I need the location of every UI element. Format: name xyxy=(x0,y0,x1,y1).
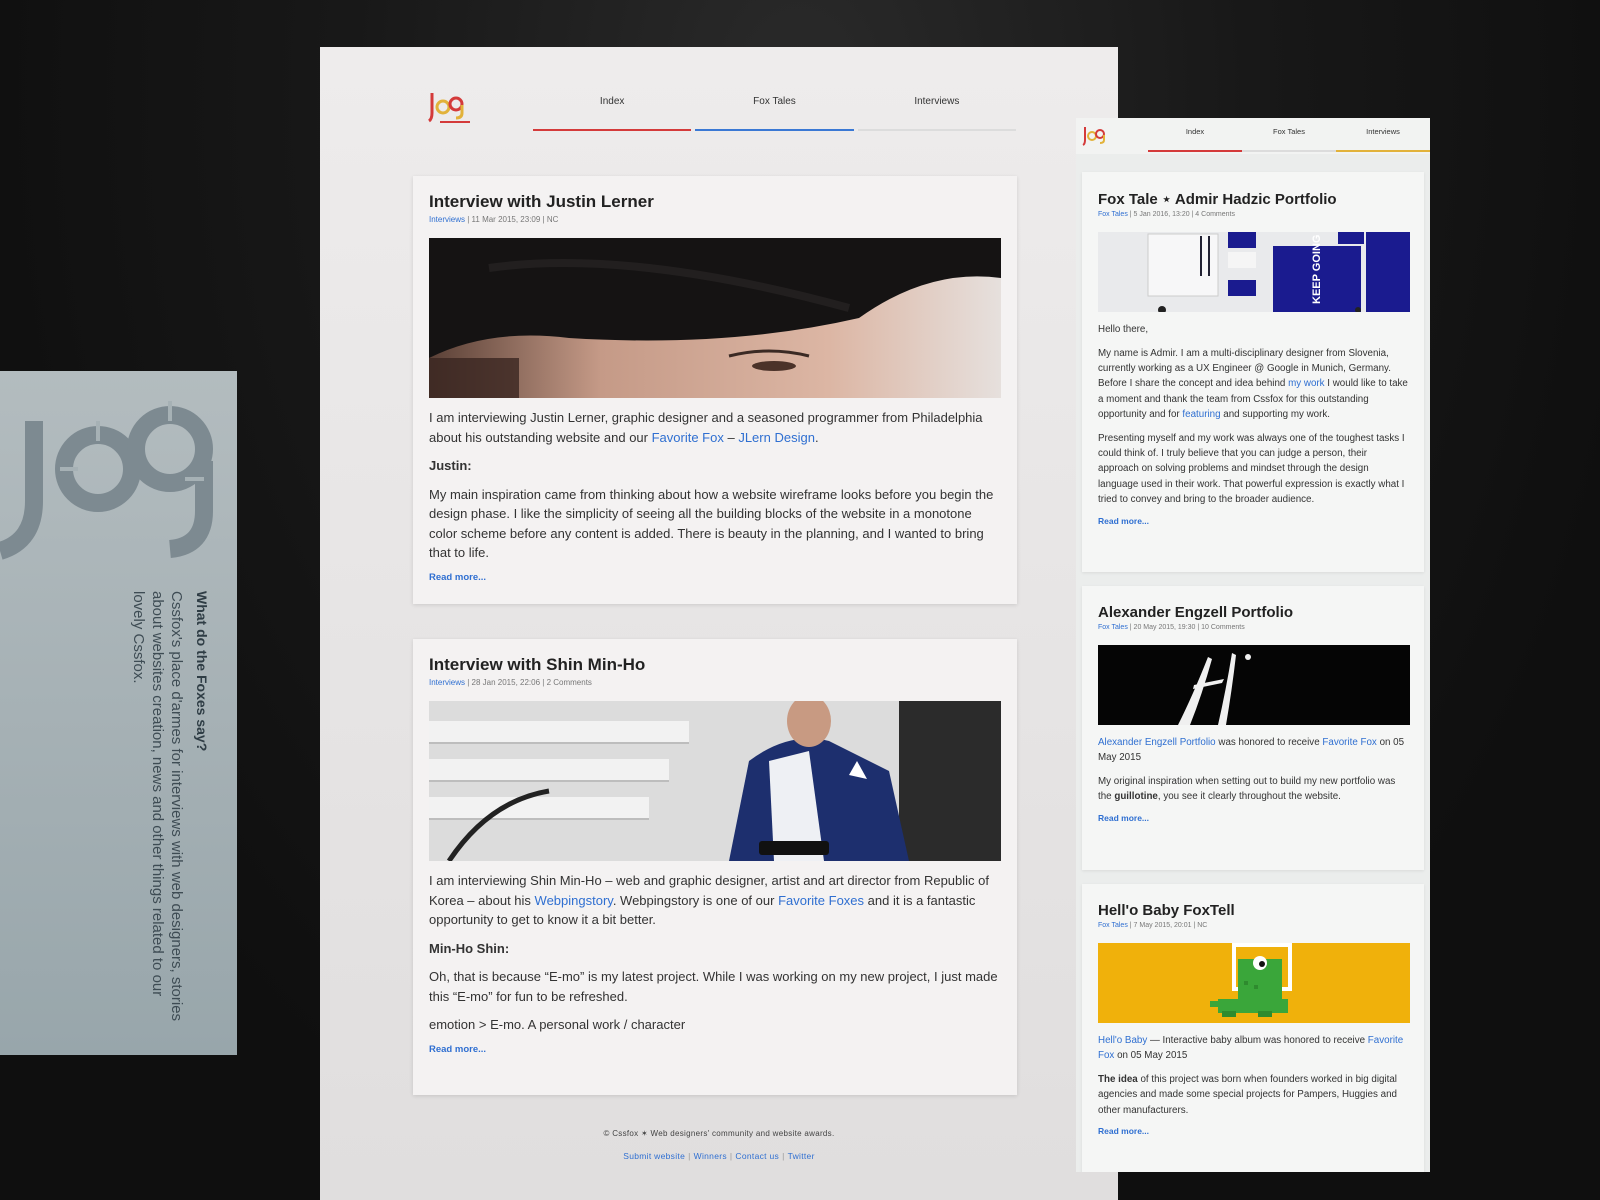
post-intro: I am interviewing Shin Min-Ho – web and … xyxy=(429,873,989,927)
my-work-link[interactable]: my work xyxy=(1288,378,1324,389)
post-meta: Fox Tales | 7 May 2015, 20:01 | NC xyxy=(1098,922,1408,929)
webpingstory-link[interactable]: Webpingstory xyxy=(535,893,613,908)
post-category[interactable]: Fox Tales xyxy=(1098,624,1128,631)
post-title[interactable]: Interview with Shin Min-Ho xyxy=(429,655,1001,675)
post-title[interactable]: Hell'o Baby FoxTell xyxy=(1098,902,1408,919)
read-more-link[interactable]: Read more... xyxy=(1098,1126,1408,1136)
post-body: The idea of this project was born when f… xyxy=(1098,1074,1397,1116)
post-body: My main inspiration came from thinking a… xyxy=(429,486,994,561)
post-image-shin-min-ho[interactable] xyxy=(429,701,1001,861)
nav-index[interactable]: Index xyxy=(1148,128,1242,152)
post-title[interactable]: Interview with Justin Lerner xyxy=(429,192,1001,212)
side-panel-heading: What do the Foxes say? xyxy=(194,591,210,752)
side-panel: What do the Foxes say? Cssfox's place d'… xyxy=(0,371,237,1055)
winners-link[interactable]: Winners xyxy=(694,1151,727,1161)
right-header: Index Fox Tales Interviews xyxy=(1076,118,1430,154)
side-panel-description: Cssfox's place d'armes for interviews wi… xyxy=(130,591,185,1022)
post-category[interactable]: Interviews xyxy=(429,215,465,224)
submit-website-link[interactable]: Submit website xyxy=(623,1151,685,1161)
post-body: My original inspiration when setting out… xyxy=(1098,776,1396,803)
post-image-admir-hadzic[interactable]: KEEP GOING xyxy=(1098,232,1410,312)
favorite-fox-link[interactable]: Favorite Fox xyxy=(652,430,724,445)
post-image-justin-lerner[interactable] xyxy=(429,238,1001,398)
post-card: Interview with Shin Min-Ho Interviews | … xyxy=(413,639,1017,1095)
nav-interviews[interactable]: Interviews xyxy=(1336,128,1430,152)
hello-baby-link[interactable]: Hell'o Baby xyxy=(1098,1035,1147,1046)
post-title[interactable]: Alexander Engzell Portfolio xyxy=(1098,604,1408,621)
post-category[interactable]: Interviews xyxy=(429,678,465,687)
favorite-foxes-link[interactable]: Favorite Foxes xyxy=(778,893,864,908)
post-category[interactable]: Fox Tales xyxy=(1098,922,1128,929)
alexander-engzell-link[interactable]: Alexander Engzell Portfolio xyxy=(1098,737,1216,748)
post-date: | 7 May 2015, 20:01 | NC xyxy=(1127,922,1208,929)
interviewee-label: Justin: xyxy=(429,458,472,473)
jlern-design-link[interactable]: JLern Design xyxy=(738,430,815,445)
nav-interviews[interactable]: Interviews xyxy=(857,97,1016,131)
footer-links: Submit website | Winners | Contact us | Twitte… xyxy=(623,1151,815,1161)
post-date: | 20 May 2015, 19:30 | 10 Comments xyxy=(1127,624,1245,631)
cssfox-logo-small[interactable] xyxy=(1082,126,1110,148)
post-card: Interview with Justin Lerner Interviews … xyxy=(413,176,1017,604)
footer-copyright: © Cssfox ✶ Web designers' community and … xyxy=(603,1129,835,1138)
post-card: Fox Tale ⋆ Admir Hadzic Portfolio Fox Ta… xyxy=(1082,172,1424,572)
post-meta: Interviews | 28 Jan 2015, 22:06 | 2 Comm… xyxy=(429,678,1001,687)
post-body-2: emotion > E-mo. A personal work / charac… xyxy=(429,1017,686,1032)
post-card: Hell'o Baby FoxTell Fox Tales | 7 May 20… xyxy=(1082,884,1424,1172)
nav-index[interactable]: Index xyxy=(533,97,692,131)
post-card: Alexander Engzell Portfolio Fox Tales | … xyxy=(1082,586,1424,870)
read-more-link[interactable]: Read more... xyxy=(429,572,1001,583)
contact-us-link[interactable]: Contact us xyxy=(735,1151,779,1161)
right-nav: Index Fox Tales Interviews xyxy=(1148,128,1430,152)
post-meta: Fox Tales | 5 Jan 2016, 13:20 | 4 Commen… xyxy=(1098,211,1408,218)
nav-fox-tales[interactable]: Fox Tales xyxy=(1242,128,1336,152)
post-image-alexander-engzell[interactable] xyxy=(1098,645,1410,725)
post-date: | 28 Jan 2015, 22:06 | 2 Comments xyxy=(465,678,592,687)
post-image-hello-baby[interactable] xyxy=(1098,943,1410,1023)
post-body: Presenting myself and my work was always… xyxy=(1098,432,1405,505)
post-body: Oh, that is because “E-mo” is my latest … xyxy=(429,969,998,1004)
cssfox-logo[interactable] xyxy=(428,91,476,125)
read-more-link[interactable]: Read more... xyxy=(1098,516,1408,526)
post-intro: Alexander Engzell Portfolio was honored … xyxy=(1098,737,1405,764)
main-header: Index Fox Tales Interviews xyxy=(320,47,1118,137)
featuring-link[interactable]: featuring xyxy=(1182,409,1220,420)
post-greeting: Hello there, xyxy=(1098,324,1149,335)
read-more-link[interactable]: Read more... xyxy=(1098,813,1408,823)
post-intro: I am interviewing Justin Lerner, graphic… xyxy=(429,410,983,445)
post-title[interactable]: Fox Tale ⋆ Admir Hadzic Portfolio xyxy=(1098,190,1408,208)
main-nav: Index Fox Tales Interviews xyxy=(533,97,1016,131)
right-window: Index Fox Tales Interviews Fox Tale ⋆ Ad… xyxy=(1076,118,1430,1172)
post-date: | 11 Mar 2015, 23:09 | NC xyxy=(465,215,559,224)
footer: © Cssfox ✶ Web designers' community and … xyxy=(320,1129,1118,1161)
cssfox-logo-large xyxy=(0,401,213,560)
post-intro: My name is Admir. I am a multi-disciplin… xyxy=(1098,347,1408,420)
main-window: Index Fox Tales Interviews Interview wit… xyxy=(320,47,1118,1200)
read-more-link[interactable]: Read more... xyxy=(429,1044,1001,1055)
twitter-link[interactable]: Twitter xyxy=(788,1151,815,1161)
interviewee-label: Min-Ho Shin: xyxy=(429,940,510,956)
side-panel-text: What do the Foxes say? Cssfox's place d'… xyxy=(0,591,210,1031)
post-intro: Hell'o Baby — Interactive baby album was… xyxy=(1098,1035,1404,1062)
post-meta: Fox Tales | 20 May 2015, 19:30 | 10 Comm… xyxy=(1098,624,1408,631)
keep-going-text: KEEP GOING xyxy=(1311,235,1323,304)
post-category[interactable]: Fox Tales xyxy=(1098,211,1128,218)
nav-fox-tales[interactable]: Fox Tales xyxy=(695,97,854,131)
post-meta: Interviews | 11 Mar 2015, 23:09 | NC xyxy=(429,215,1001,224)
favorite-fox-link[interactable]: Favorite Fox xyxy=(1322,737,1376,748)
post-date: | 5 Jan 2016, 13:20 | 4 Comments xyxy=(1127,211,1235,218)
